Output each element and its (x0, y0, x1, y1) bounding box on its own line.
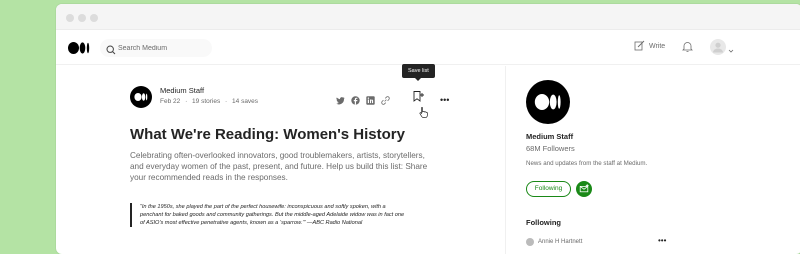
search-icon (106, 42, 116, 60)
share-icons (336, 92, 390, 105)
list-title: What We're Reading: Women's History (130, 126, 405, 143)
more-icon[interactable]: ••• (440, 95, 449, 105)
write-icon (634, 40, 645, 53)
list-main-column: Medium Staff Feb 22 · 19 stories · 14 sa… (56, 64, 505, 254)
write-button[interactable]: Write (634, 40, 665, 53)
following-list-item[interactable]: Annie H Hartnett (526, 238, 582, 246)
tooltip-arrow (415, 78, 421, 81)
save-list-tooltip: Save list (402, 64, 435, 78)
sidebar-followers[interactable]: 68M Followers (526, 144, 575, 153)
list-description: Celebrating often-overlooked innovators,… (130, 151, 428, 183)
medium-logo-icon[interactable] (68, 41, 90, 59)
search-bar[interactable] (100, 39, 212, 57)
list-date: Feb 22 (160, 98, 181, 105)
following-heading: Following (526, 218, 561, 227)
following-avatar (526, 238, 534, 246)
linkedin-icon[interactable] (366, 92, 375, 105)
list-saves-count: 14 saves (232, 98, 259, 105)
author-name[interactable]: Medium Staff (160, 86, 204, 95)
top-nav: Write (56, 31, 800, 65)
more-icon[interactable]: ••• (658, 236, 666, 245)
write-label: Write (649, 43, 666, 50)
twitter-icon[interactable] (336, 92, 345, 105)
subscribe-mail-icon (579, 184, 589, 193)
list-meta: Feb 22 · 19 stories · 14 saves (160, 98, 261, 105)
search-input[interactable] (118, 39, 208, 57)
window-dot-minimize[interactable] (78, 14, 86, 22)
meta-separator: · (185, 98, 188, 105)
meta-separator: · (225, 98, 228, 105)
user-menu[interactable] (710, 39, 734, 60)
subscribe-button[interactable] (576, 181, 592, 197)
window-dot-maximize[interactable] (90, 14, 98, 22)
link-icon[interactable] (381, 92, 390, 105)
sidebar-author-name[interactable]: Medium Staff (526, 132, 573, 141)
facebook-icon[interactable] (351, 92, 360, 105)
list-note-quote: “In the 1950s, she played the part of th… (130, 203, 410, 227)
sidebar-bio: News and updates from the staff at Mediu… (526, 160, 648, 167)
sidebar-author-avatar[interactable] (526, 80, 570, 124)
user-avatar-icon (710, 39, 726, 60)
cursor-hand-icon (419, 105, 428, 123)
list-stories-count: 19 stories (192, 98, 221, 105)
chevron-down-icon (728, 41, 734, 59)
bell-icon[interactable] (682, 40, 693, 58)
following-button[interactable]: Following (526, 181, 571, 197)
author-avatar[interactable] (130, 86, 152, 108)
window-dot-close[interactable] (66, 14, 74, 22)
browser-window: Write (56, 4, 800, 254)
author-sidebar: Medium Staff 68M Followers News and upda… (505, 66, 800, 254)
window-titlebar (56, 4, 800, 30)
